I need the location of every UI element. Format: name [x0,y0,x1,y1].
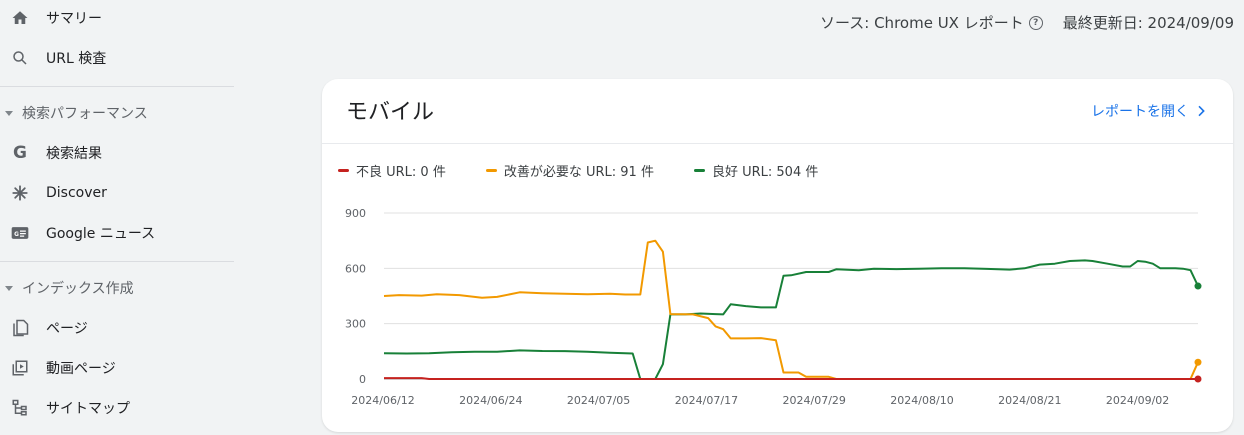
legend-label: 改善が必要な URL: 91 件 [503,165,654,180]
sitemap-icon [10,398,30,418]
card-title: モバイル [346,100,435,125]
legend-swatch [338,169,349,172]
search-icon [10,48,30,68]
legend-item-poor[interactable]: 不良 URL: 0 件 [338,161,446,180]
card-divider [322,143,1233,144]
legend-swatch [485,169,497,172]
news-icon: G [10,223,30,243]
sidebar-item-search-results[interactable]: G 検索結果 [0,133,234,173]
sidebar-item-discover[interactable]: Discover [0,173,234,213]
x-tick-label: 2024/07/05 [567,394,630,407]
sidebar-divider [0,86,234,87]
sidebar-item-pages[interactable]: ページ [0,308,234,348]
x-tick-label: 2024/08/21 [998,394,1061,407]
series-end-point [1194,282,1202,290]
chart-legend: 不良 URL: 0 件 改善が必要な URL: 91 件 良好 URL: 504… [338,161,858,180]
sidebar-item-label: 動画ページ [46,361,116,377]
sidebar-item-summary[interactable]: サマリー [0,0,234,38]
y-tick-label: 600 [345,262,366,275]
collapse-triangle-icon [5,285,13,291]
help-icon[interactable]: ? [1028,15,1043,30]
x-tick-label: 2024/07/29 [783,394,846,407]
legend-label: 不良 URL: 0 件 [356,165,446,180]
sidebar-item-video-pages[interactable]: 動画ページ [0,348,234,388]
legend-item-needs-improvement[interactable]: 改善が必要な URL: 91 件 [485,161,654,180]
sidebar-item-label: 検索結果 [46,146,102,162]
y-tick-label: 300 [345,318,366,331]
x-tick-label: 2024/06/12 [351,394,414,407]
video-page-icon [10,358,30,378]
x-tick-label: 2024/07/17 [675,394,738,407]
sidebar-item-label: ページ [46,321,88,337]
home-icon [10,8,30,28]
sidebar-item-url-inspection[interactable]: URL 検査 [0,38,234,78]
sidebar-item-sitemaps[interactable]: サイトマップ [0,388,234,428]
sidebar-item-label: サイトマップ [46,401,130,417]
chevron-right-icon [1198,105,1205,117]
sidebar-item-label: Google ニュース [46,226,156,242]
legend-label: 良好 URL: 504 件 [711,165,819,180]
sidebar-section-label: インデックス作成 [22,281,134,297]
collapse-triangle-icon [5,110,13,116]
sidebar-section-label: 検索パフォーマンス [22,106,148,122]
series-end-point [1194,358,1202,366]
sidebar-section-indexing[interactable]: インデックス作成 [0,268,234,308]
sidebar-divider [0,261,234,262]
open-report-link[interactable]: レポートを開く [1091,101,1209,121]
x-tick-label: 2024/06/24 [459,394,522,407]
x-tick-label: 2024/09/02 [1106,394,1169,407]
sidebar: サマリー URL 検査 検索パフォーマンス G 検索結果 Discover G … [0,0,234,435]
sidebar-item-label: URL 検査 [46,51,107,67]
line-chart: 0 300 600 900 2024/06/12 2024/06/24 2024/07/05… [345,207,1202,407]
google-g-icon: G [13,143,27,163]
sidebar-item-label: サマリー [46,11,102,27]
sidebar-item-google-news[interactable]: G Google ニュース [0,213,234,253]
open-report-label: レポートを開く [1091,104,1189,120]
last-updated: 最終更新日: 2024/09/09 [1062,14,1234,32]
series-line [383,259,1199,380]
legend-item-good[interactable]: 良好 URL: 504 件 [693,161,819,180]
source-info: ソース: Chrome UX レポート ? 最終更新日: 2024/09/09 [820,12,1234,33]
legend-swatch [693,169,705,172]
sidebar-item-label: Discover [46,185,107,201]
mobile-card: モバイル レポートを開く 不良 URL: 0 件 改善が必要な URL: 91 … [322,79,1233,432]
sidebar-section-search-performance[interactable]: 検索パフォーマンス [0,93,234,133]
svg-text:G: G [14,232,19,238]
x-tick-label: 2024/08/10 [890,394,953,407]
series-end-point [1194,375,1202,383]
series-line [384,377,1198,380]
source-label: ソース: Chrome UX レポート [820,14,1024,32]
y-tick-label: 0 [359,373,366,386]
pages-icon [10,318,30,338]
y-tick-label: 900 [345,207,366,220]
asterisk-icon [10,183,30,203]
